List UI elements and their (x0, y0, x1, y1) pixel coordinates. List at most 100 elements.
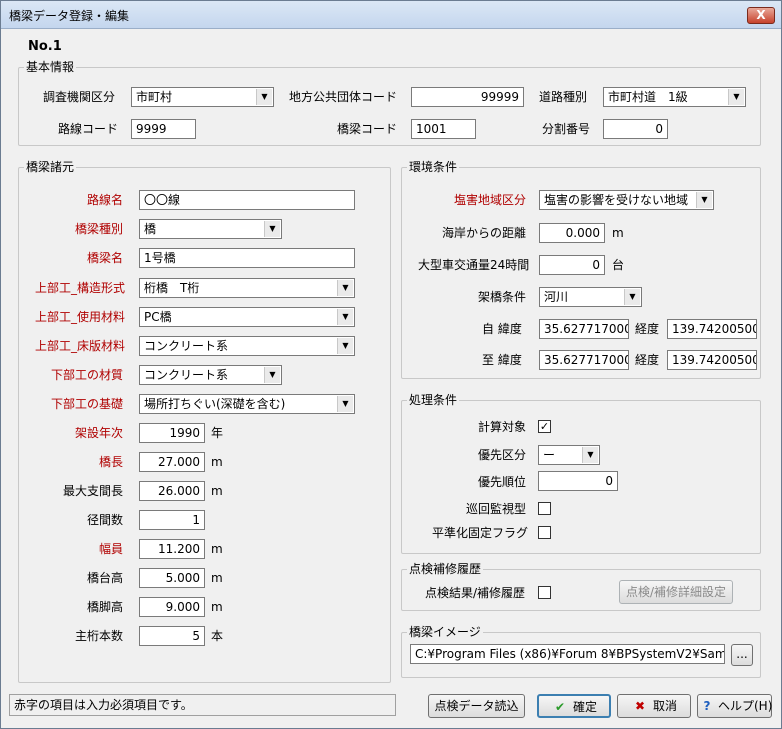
ok-button[interactable]: ✔ 確定 (537, 694, 611, 718)
salt-area-label: 塩害地域区分 (454, 193, 527, 207)
chevron-down-icon: ▼ (337, 396, 353, 412)
inspection-detail-button[interactable]: 点検/補修詳細設定 (619, 580, 733, 604)
check-icon: ✔ (554, 700, 566, 714)
coast-distance-label: 海岸からの距離 (442, 226, 527, 240)
priority-class-label: 優先区分 (478, 448, 527, 462)
dialog-window: 橋梁データ登録・編集 X No.1 基本情報 調査機関区分 市町村 ▼ 地方公共団… (0, 0, 782, 729)
calc-target-checkbox[interactable]: ✓ (538, 420, 551, 433)
year-label: 架設年次 (75, 426, 124, 440)
chevron-down-icon: ▼ (728, 89, 744, 105)
length-label: 橋長 (99, 455, 124, 469)
chevron-down-icon: ▼ (696, 192, 712, 208)
deck-material-label: 上部工_床版材料 (35, 339, 126, 353)
chevron-down-icon: ▼ (337, 309, 353, 325)
lg-code-label: 地方公共団体コード (289, 90, 398, 104)
leveling-flag-checkbox[interactable] (538, 526, 551, 539)
chevron-down-icon: ▼ (264, 221, 280, 237)
from-lat-label: 自 緯度 (482, 322, 522, 336)
survey-org-select[interactable]: 市町村 ▼ (131, 87, 274, 107)
girder-count-label: 主桁本数 (75, 629, 124, 643)
road-type-value: 市町村道 1級 (608, 90, 688, 104)
bridge-name-input[interactable]: 1号橋 (139, 248, 355, 268)
inspection-result-checkbox[interactable] (538, 586, 551, 599)
help-icon: ? (703, 699, 711, 713)
chevron-down-icon: ▼ (256, 89, 272, 105)
route-code-label: 路線コード (58, 122, 119, 136)
survey-org-label: 調査機関区分 (43, 90, 116, 104)
super-material-value: PC橋 (144, 310, 172, 324)
chevron-down-icon: ▼ (582, 447, 598, 463)
patrol-type-checkbox[interactable] (538, 502, 551, 515)
max-span-input[interactable]: 26.000 (139, 481, 205, 501)
from-lon-input[interactable]: 139.742005000 (667, 319, 757, 339)
help-button[interactable]: ? ヘルプ(H) (697, 694, 772, 718)
ok-label: 確定 (572, 700, 597, 714)
year-unit: 年 (211, 426, 224, 440)
division-input[interactable]: 0 (603, 119, 668, 139)
route-name-input[interactable]: 〇〇線 (139, 190, 355, 210)
to-lat-input[interactable]: 35.627717000 (539, 350, 629, 370)
foundation-select[interactable]: 場所打ちぐい(深礎を含む) ▼ (139, 394, 355, 414)
priority-order-input[interactable]: 0 (538, 471, 618, 491)
length-input[interactable]: 27.000 (139, 452, 205, 472)
crossing-value: 河川 (544, 290, 569, 304)
chevron-down-icon: ▼ (624, 289, 640, 305)
lg-code-input[interactable]: 99999 (411, 87, 524, 107)
coast-distance-input[interactable]: 0.000 (539, 223, 605, 243)
calc-target-label: 計算対象 (478, 420, 527, 434)
super-structure-label: 上部工_構造形式 (35, 281, 126, 295)
coast-distance-unit: m (612, 226, 624, 240)
to-lon-label: 経度 (635, 353, 660, 367)
width-input[interactable]: 11.200 (139, 539, 205, 559)
bridge-image-legend: 橋梁イメージ (407, 625, 483, 639)
survey-org-value: 市町村 (136, 90, 173, 104)
traffic-input[interactable]: 0 (539, 255, 605, 275)
chevron-down-icon: ▼ (337, 338, 353, 354)
abutment-height-input[interactable]: 5.000 (139, 568, 205, 588)
window-title: 橋梁データ登録・編集 (9, 9, 130, 23)
route-name-label: 路線名 (87, 193, 124, 207)
route-code-input[interactable]: 9999 (131, 119, 196, 139)
leveling-flag-label: 平準化固定フラグ (432, 526, 529, 540)
super-structure-value: 桁橋 T桁 (144, 281, 200, 295)
road-type-label: 道路種別 (539, 90, 588, 104)
year-input[interactable]: 1990 (139, 423, 205, 443)
bridge-image-path-input[interactable]: C:¥Program Files (x86)¥Forum 8¥BPSystemV… (410, 644, 725, 664)
close-button[interactable]: X (747, 7, 775, 24)
load-inspection-button[interactable]: 点検データ読込 (428, 694, 525, 718)
girder-count-input[interactable]: 5 (139, 626, 205, 646)
bridge-code-input[interactable]: 1001 (411, 119, 476, 139)
deck-material-select[interactable]: コンクリート系 ▼ (139, 336, 355, 356)
inspection-result-label: 点検結果/補修履歴 (425, 586, 526, 600)
sub-material-select[interactable]: コンクリート系 ▼ (139, 365, 282, 385)
super-structure-select[interactable]: 桁橋 T桁 ▼ (139, 278, 355, 298)
priority-order-label: 優先順位 (478, 475, 527, 489)
span-count-input[interactable]: 1 (139, 510, 205, 530)
max-span-label: 最大支間長 (63, 484, 124, 498)
sub-material-value: コンクリート系 (144, 368, 229, 382)
bridge-spec-legend: 橋梁諸元 (24, 160, 77, 174)
bridge-name-label: 橋梁名 (87, 251, 124, 265)
bridge-type-select[interactable]: 橋 ▼ (139, 219, 282, 239)
help-label: ヘルプ(H) (718, 699, 773, 713)
cancel-label: 取消 (652, 699, 677, 713)
status-bar: 赤字の項目は入力必須項目です。 (9, 694, 396, 716)
browse-button[interactable]: ... (731, 644, 753, 666)
length-unit: m (211, 455, 223, 469)
from-lat-input[interactable]: 35.627717000 (539, 319, 629, 339)
salt-area-select[interactable]: 塩害の影響を受けない地域 ▼ (539, 190, 714, 210)
deck-material-value: コンクリート系 (144, 339, 229, 353)
width-label: 幅員 (99, 542, 124, 556)
to-lon-input[interactable]: 139.742005000 (667, 350, 757, 370)
pier-height-input[interactable]: 9.000 (139, 597, 205, 617)
super-material-select[interactable]: PC橋 ▼ (139, 307, 355, 327)
bridge-type-label: 橋梁種別 (75, 222, 124, 236)
traffic-label: 大型車交通量24時間 (418, 258, 530, 272)
pier-height-label: 橋脚高 (87, 600, 124, 614)
girder-count-unit: 本 (211, 629, 224, 643)
crossing-select[interactable]: 河川 ▼ (539, 287, 642, 307)
priority-class-select[interactable]: ー ▼ (538, 445, 600, 465)
title-bar: 橋梁データ登録・編集 X (1, 1, 781, 29)
road-type-select[interactable]: 市町村道 1級 ▼ (603, 87, 746, 107)
cancel-button[interactable]: ✖ 取消 (617, 694, 691, 718)
